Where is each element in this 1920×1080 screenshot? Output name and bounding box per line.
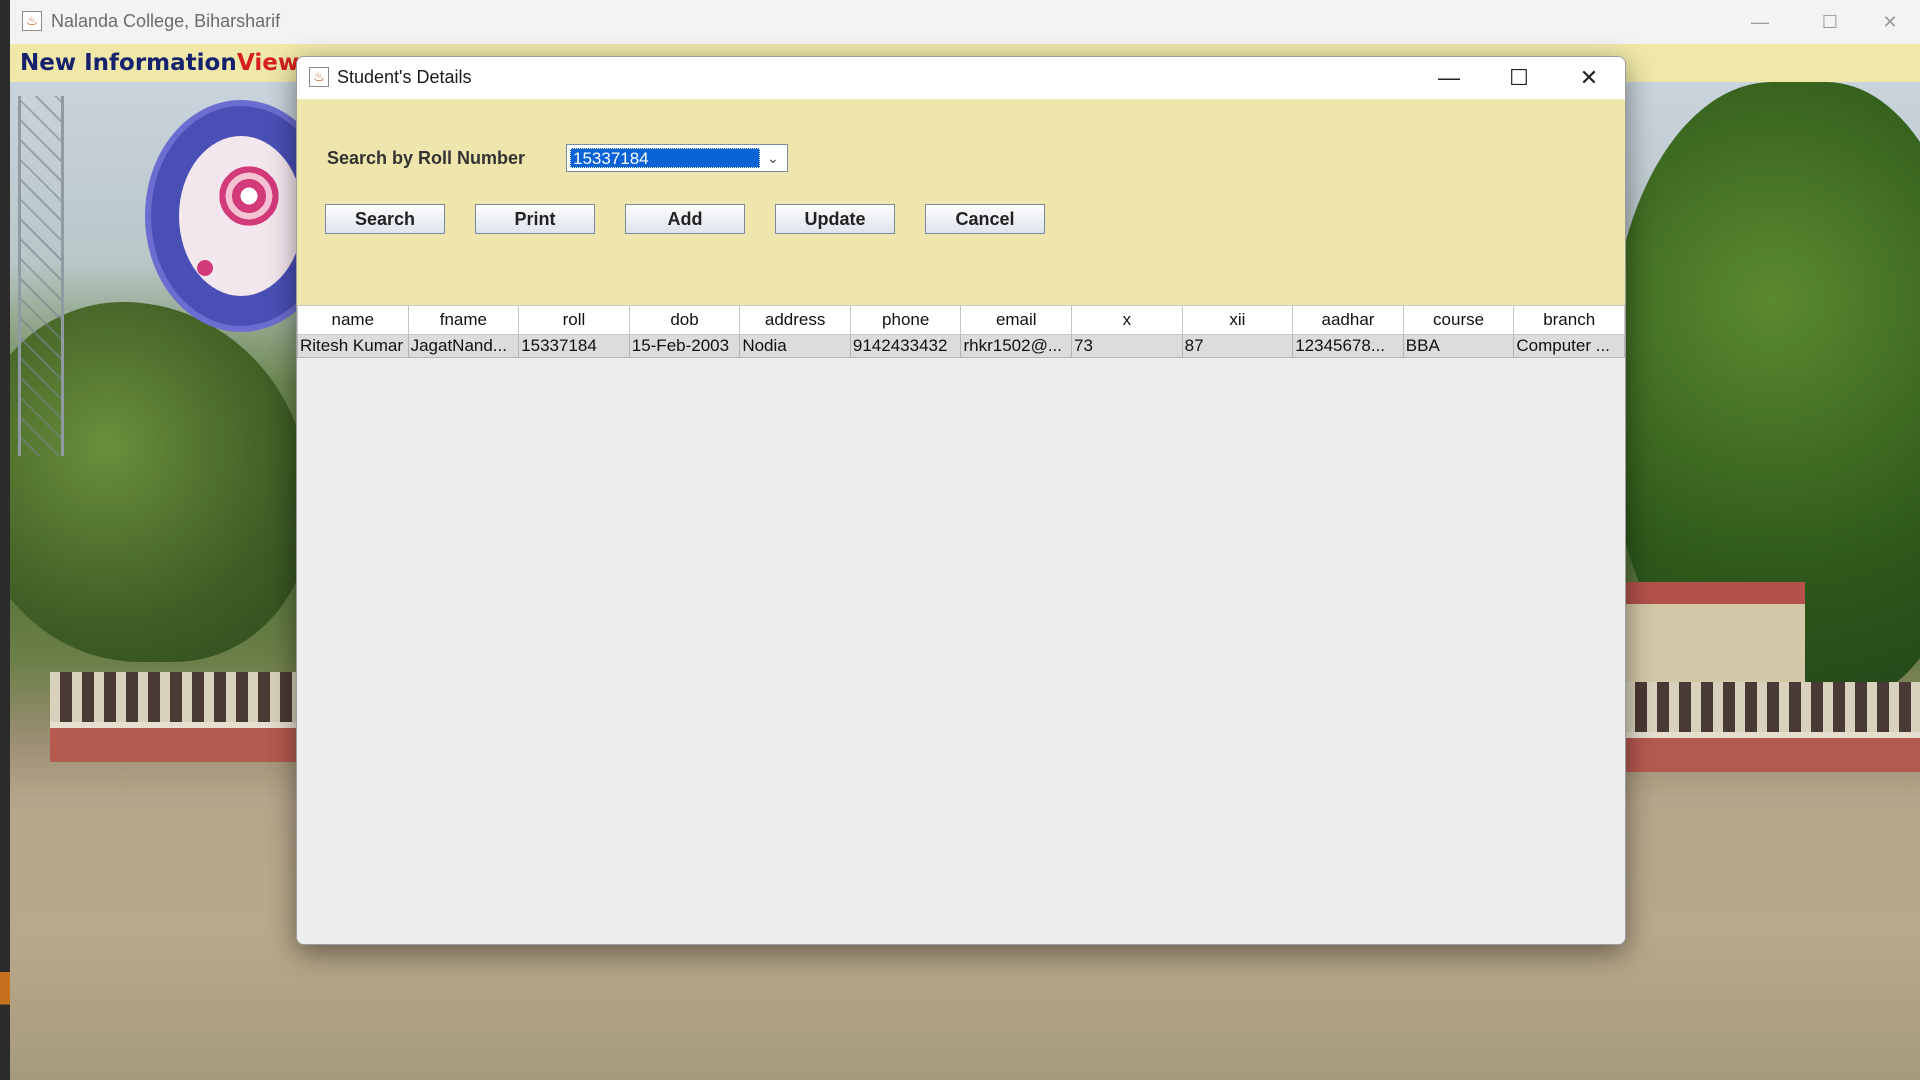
table-cell[interactable]: 15337184 [518, 334, 630, 358]
table-cell[interactable]: BBA [1402, 334, 1515, 358]
dialog-title: Student's Details [337, 67, 472, 87]
table-cell[interactable]: Ritesh Kumar [297, 334, 409, 358]
main-window: ♨ Nalanda College, Biharsharif — ☐ ✕ New… [0, 0, 1920, 1080]
table-cell[interactable]: 9142433432 [849, 334, 962, 358]
fence-image [1625, 682, 1920, 734]
table-cell[interactable]: Nodia [739, 334, 851, 358]
student-table: name fname roll dob address phone email … [297, 305, 1625, 358]
search-button[interactable]: Search [325, 204, 445, 234]
column-header-phone[interactable]: phone [849, 305, 962, 335]
student-details-dialog: ♨ Student's Details — ☐ ✕ Search by Roll… [296, 56, 1626, 945]
minimize-button[interactable]: — [1730, 0, 1790, 44]
column-header-xii[interactable]: xii [1181, 305, 1294, 335]
column-header-branch[interactable]: branch [1513, 305, 1625, 335]
roll-number-combobox[interactable]: 15337184 ⌄ [566, 144, 788, 172]
dialog-maximize-button[interactable]: ☐ [1484, 57, 1554, 99]
menu-view[interactable]: View [237, 50, 299, 76]
table-cell[interactable]: Computer ... [1513, 334, 1625, 358]
table-cell[interactable]: rhkr1502@... [960, 334, 1073, 358]
column-header-course[interactable]: course [1402, 305, 1515, 335]
search-panel: Search by Roll Number 15337184 ⌄ Search … [297, 99, 1625, 305]
dialog-titlebar: ♨ Student's Details — ☐ ✕ [297, 57, 1625, 99]
tower-image [18, 96, 64, 456]
column-header-name[interactable]: name [297, 305, 409, 335]
main-window-title: Nalanda College, Biharsharif [51, 11, 281, 31]
table-cell[interactable]: 12345678... [1292, 334, 1404, 358]
column-header-email[interactable]: email [960, 305, 1073, 335]
cancel-button[interactable]: Cancel [925, 204, 1045, 234]
java-cup-icon: ♨ [309, 67, 329, 87]
column-header-fname[interactable]: fname [407, 305, 520, 335]
fence-image [50, 672, 320, 724]
taskbar-edge [0, 0, 10, 1080]
column-header-address[interactable]: address [739, 305, 851, 335]
table-row[interactable]: Ritesh Kumar JagatNand... 15337184 15-Fe… [297, 334, 1625, 358]
roll-number-selected: 15337184 [570, 148, 760, 168]
lotus-icon [219, 166, 279, 226]
dialog-close-button[interactable]: ✕ [1554, 57, 1624, 99]
print-button[interactable]: Print [475, 204, 595, 234]
table-cell[interactable]: 15-Feb-2003 [628, 334, 741, 358]
dialog-minimize-button[interactable]: — [1414, 57, 1484, 99]
table-cell[interactable]: 73 [1071, 334, 1183, 358]
add-button[interactable]: Add [625, 204, 745, 234]
close-button[interactable]: ✕ [1860, 0, 1920, 44]
column-header-roll[interactable]: roll [518, 305, 630, 335]
java-cup-icon: ♨ [22, 11, 42, 31]
table-cell[interactable]: 87 [1181, 334, 1294, 358]
table-cell[interactable]: JagatNand... [407, 334, 520, 358]
wall-image [1625, 732, 1920, 772]
column-header-x[interactable]: x [1071, 305, 1183, 335]
column-header-aadhar[interactable]: aadhar [1292, 305, 1404, 335]
column-header-dob[interactable]: dob [628, 305, 741, 335]
main-titlebar: ♨ Nalanda College, Biharsharif — ☐ ✕ [10, 0, 1920, 45]
student-table-area: name fname roll dob address phone email … [297, 305, 1625, 944]
menu-new-information[interactable]: New Information [20, 50, 237, 76]
chevron-down-icon[interactable]: ⌄ [759, 145, 787, 171]
update-button[interactable]: Update [775, 204, 895, 234]
search-label: Search by Roll Number [327, 148, 526, 168]
wall-image [50, 722, 320, 762]
table-header-row: name fname roll dob address phone email … [297, 305, 1625, 335]
maximize-button[interactable]: ☐ [1800, 0, 1860, 44]
